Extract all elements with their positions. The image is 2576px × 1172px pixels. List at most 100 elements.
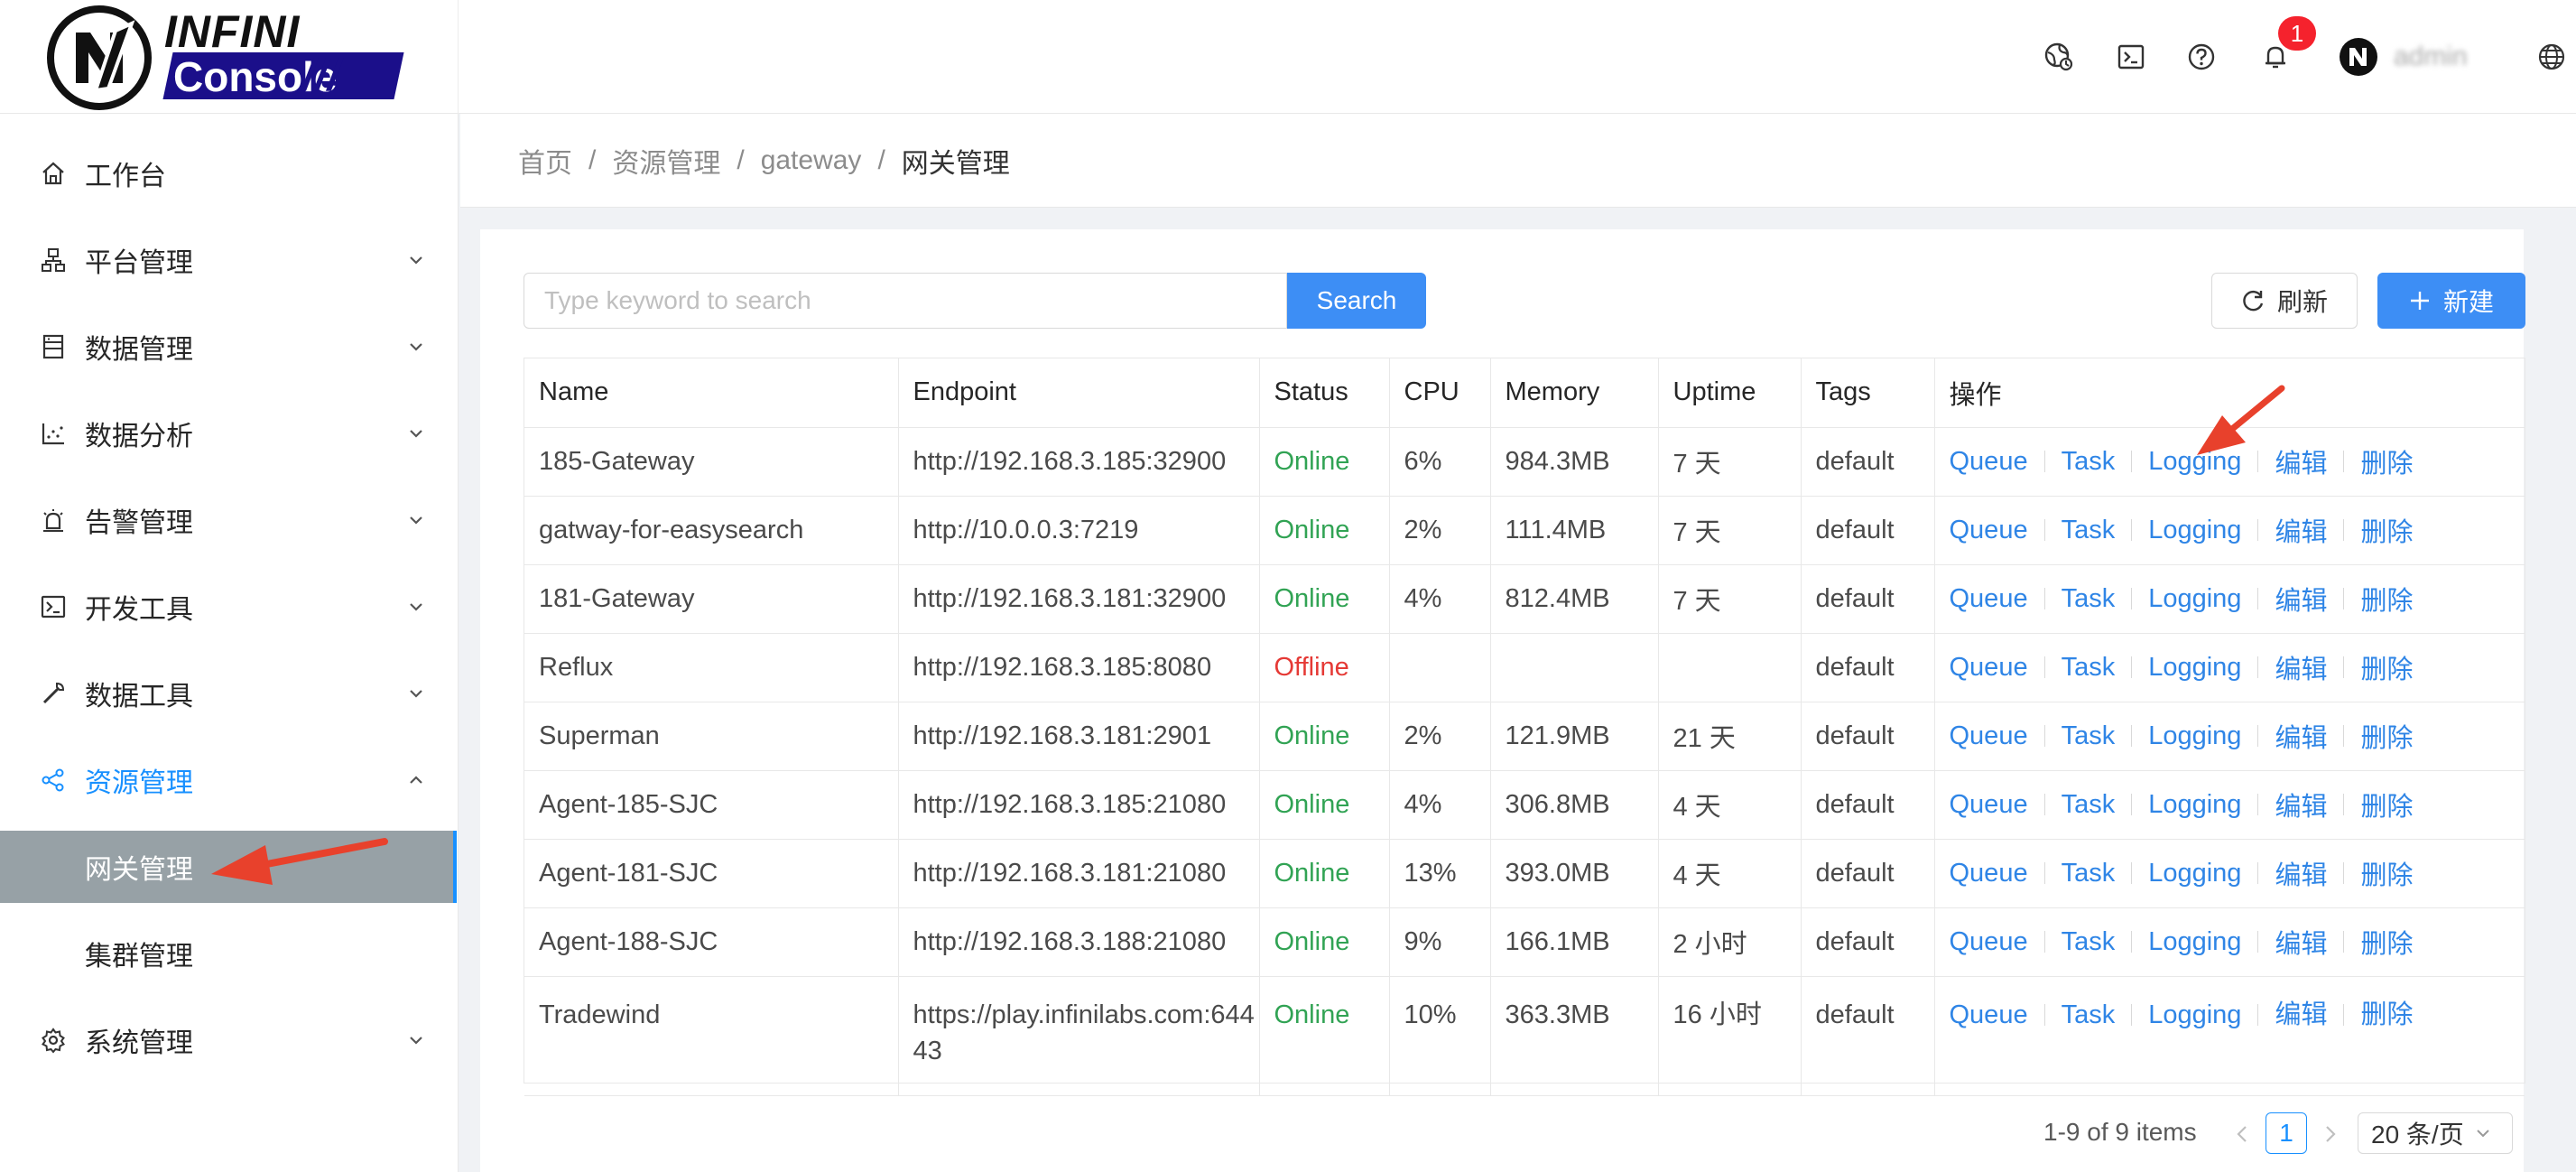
action-queue-link[interactable]: Queue	[1950, 859, 2028, 888]
help-icon[interactable]	[2184, 40, 2219, 74]
action-delete-link[interactable]: 删除	[2360, 717, 2413, 755]
action-delete-link[interactable]: 删除	[2360, 648, 2413, 686]
action-queue-link[interactable]: Queue	[1950, 721, 2028, 751]
action-edit-link[interactable]: 编辑	[2275, 648, 2327, 686]
terminal-icon[interactable]	[2114, 40, 2148, 74]
action-edit-link[interactable]: 编辑	[2275, 580, 2327, 618]
sidebar-item-workbench[interactable]: 工作台	[0, 137, 459, 209]
logo-area[interactable]: INFINI Console ///	[0, 0, 459, 114]
pagination-next-icon[interactable]	[2318, 1120, 2343, 1149]
cell-name: gatway-for-easysearch	[524, 496, 899, 565]
breadcrumb-gateway[interactable]: gateway	[761, 145, 862, 176]
sidebar-item-devtools[interactable]: 开发工具	[0, 571, 459, 643]
cell-cpu: 2%	[1389, 702, 1491, 771]
breadcrumb-resources[interactable]: 资源管理	[612, 141, 720, 181]
action-task-link[interactable]: Task	[2062, 790, 2116, 820]
column-header-status[interactable]: Status	[1259, 358, 1390, 428]
action-logging-link[interactable]: Logging	[2148, 927, 2241, 957]
column-header-uptime[interactable]: Uptime	[1658, 358, 1802, 428]
column-header-name[interactable]: Name	[524, 358, 899, 428]
sidebar-item-alerts[interactable]: 告警管理	[0, 484, 459, 556]
action-edit-link[interactable]: 编辑	[2275, 997, 2327, 1033]
action-task-link[interactable]: Task	[2062, 447, 2116, 477]
action-task-link[interactable]: Task	[2062, 997, 2116, 1033]
pagination-page-1[interactable]: 1	[2266, 1112, 2307, 1154]
action-logging-link[interactable]: Logging	[2148, 516, 2241, 545]
action-edit-link[interactable]: 编辑	[2275, 442, 2327, 480]
action-logging-link[interactable]: Logging	[2148, 653, 2241, 683]
table-row[interactable]: 185-Gateway http://192.168.3.185:32900 Onl…	[524, 427, 2525, 497]
column-header-memory[interactable]: Memory	[1490, 358, 1659, 428]
search-button[interactable]: Search	[1287, 273, 1426, 329]
sidebar-subitem-gateway[interactable]: 网关管理	[0, 831, 457, 903]
column-header-cpu[interactable]: CPU	[1389, 358, 1491, 428]
table-row[interactable]: Superman http://192.168.3.181:2901 Online 2…	[524, 702, 2525, 771]
language-globe-icon[interactable]	[2534, 40, 2569, 74]
sidebar-item-system[interactable]: 系统管理	[0, 1004, 459, 1076]
table-row[interactable]: gatway-for-easysearch http://10.0.0.3:721…	[524, 496, 2525, 565]
action-edit-link[interactable]: 编辑	[2275, 854, 2327, 892]
action-queue-link[interactable]: Queue	[1950, 997, 2028, 1033]
action-logging-link[interactable]: Logging	[2148, 447, 2241, 477]
action-divider	[2131, 1003, 2133, 1026]
action-task-link[interactable]: Task	[2062, 859, 2116, 888]
chevron-down-icon	[410, 256, 422, 265]
action-queue-link[interactable]: Queue	[1950, 790, 2028, 820]
action-logging-link[interactable]: Logging	[2148, 997, 2241, 1033]
action-queue-link[interactable]: Queue	[1950, 584, 2028, 614]
page-size-select[interactable]: 20 条/页	[2358, 1112, 2513, 1154]
table-row[interactable]: Reflux http://192.168.3.185:8080 Offline de…	[524, 633, 2525, 702]
table-row[interactable]: Agent-181-SJC http://192.168.3.181:21080 O…	[524, 839, 2525, 908]
action-divider	[2043, 931, 2045, 953]
action-edit-link[interactable]: 编辑	[2275, 786, 2327, 823]
action-delete-link[interactable]: 删除	[2360, 786, 2413, 823]
sidebar-item-analysis[interactable]: 数据分析	[0, 397, 459, 470]
action-task-link[interactable]: Task	[2062, 516, 2116, 545]
action-delete-link[interactable]: 删除	[2360, 511, 2413, 549]
action-delete-link[interactable]: 删除	[2360, 442, 2413, 480]
action-task-link[interactable]: Task	[2062, 927, 2116, 957]
table-row[interactable]: Agent-188-SJC http://192.168.3.188:21080 O…	[524, 907, 2525, 977]
action-queue-link[interactable]: Queue	[1950, 653, 2028, 683]
new-button[interactable]: 新建	[2377, 273, 2525, 329]
column-header-endpoint[interactable]: Endpoint	[898, 358, 1260, 428]
action-queue-link[interactable]: Queue	[1950, 927, 2028, 957]
action-edit-link[interactable]: 编辑	[2275, 923, 2327, 961]
action-divider	[2043, 794, 2045, 815]
table-row[interactable]: 181-Gateway http://192.168.3.181:32900 Onl…	[524, 564, 2525, 634]
table-row[interactable]: Tradewind https://play.infinilabs.com:644…	[524, 976, 2525, 1096]
action-divider	[2043, 725, 2045, 747]
action-delete-link[interactable]: 删除	[2360, 580, 2413, 618]
action-edit-link[interactable]: 编辑	[2275, 511, 2327, 549]
action-task-link[interactable]: Task	[2062, 653, 2116, 683]
action-logging-link[interactable]: Logging	[2148, 790, 2241, 820]
search-input[interactable]	[524, 273, 1287, 329]
username[interactable]: admin	[2394, 42, 2468, 72]
action-edit-link[interactable]: 编辑	[2275, 717, 2327, 755]
globe-monitor-icon[interactable]	[2042, 40, 2076, 74]
action-task-link[interactable]: Task	[2062, 584, 2116, 614]
action-queue-link[interactable]: Queue	[1950, 516, 2028, 545]
sidebar-item-resources[interactable]: 资源管理	[0, 744, 459, 816]
sidebar-subitem-cluster[interactable]: 集群管理	[0, 917, 457, 990]
sidebar-item-platform[interactable]: 平台管理	[0, 224, 459, 296]
sidebar-item-data[interactable]: 数据管理	[0, 311, 459, 383]
table-row[interactable]: Agent-185-SJC http://192.168.3.185:21080 O…	[524, 770, 2525, 840]
reload-icon	[2243, 290, 2264, 312]
cell-tags: default	[1801, 496, 1935, 565]
action-delete-link[interactable]: 删除	[2360, 923, 2413, 961]
action-logging-link[interactable]: Logging	[2148, 859, 2241, 888]
column-header-tags[interactable]: Tags	[1801, 358, 1935, 428]
avatar[interactable]	[2340, 38, 2377, 76]
action-delete-link[interactable]: 删除	[2360, 854, 2413, 892]
breadcrumb-home[interactable]: 首页	[518, 141, 572, 181]
sidebar-item-datatools[interactable]: 数据工具	[0, 657, 459, 730]
refresh-button[interactable]: 刷新	[2211, 273, 2358, 329]
pagination-prev-icon[interactable]	[2229, 1120, 2255, 1149]
action-delete-link[interactable]: 删除	[2360, 997, 2413, 1033]
action-task-link[interactable]: Task	[2062, 721, 2116, 751]
action-logging-link[interactable]: Logging	[2148, 584, 2241, 614]
action-logging-link[interactable]: Logging	[2148, 721, 2241, 751]
action-queue-link[interactable]: Queue	[1950, 447, 2028, 477]
sidebar-item-label: 平台管理	[85, 248, 193, 278]
